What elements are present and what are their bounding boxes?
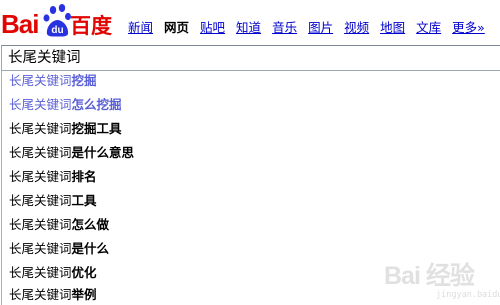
search-box — [1, 45, 500, 71]
suggestion-rest: 挖掘 — [71, 73, 97, 88]
suggestion-rest: 是什么 — [71, 241, 110, 256]
suggestion-item[interactable]: 长尾关键词怎么做 — [9, 215, 109, 235]
suggestion-prefix: 长尾关键词 — [9, 145, 72, 160]
nav-item-map[interactable]: 地图 — [380, 20, 405, 38]
search-input[interactable] — [8, 47, 488, 69]
suggestion-prefix: 长尾关键词 — [9, 241, 72, 256]
paw-icon: du — [43, 4, 71, 37]
logo-text-left: Bai — [1, 9, 38, 39]
suggestion-prefix: 长尾关键词 — [9, 121, 72, 136]
suggestion-prefix: 长尾关键词 — [9, 193, 72, 208]
nav-item-video[interactable]: 视频 — [344, 20, 369, 38]
suggestion-item[interactable]: 长尾关键词举例 — [9, 285, 97, 305]
suggestion-item[interactable]: 长尾关键词怎么挖掘 — [9, 95, 122, 115]
suggestion-prefix: 长尾关键词 — [9, 73, 72, 88]
suggestion-rest: 怎么挖掘 — [71, 97, 122, 112]
nav-item-news[interactable]: 新闻 — [128, 20, 153, 38]
watermark-url: jingyan.baidu.com — [436, 290, 500, 300]
suggestion-prefix: 长尾关键词 — [9, 169, 72, 184]
suggestion-rest: 工具 — [71, 193, 97, 208]
suggestion-prefix: 长尾关键词 — [9, 287, 72, 302]
baidu-logo[interactable]: Bai du 百度 — [1, 3, 116, 39]
suggestion-rest: 排名 — [71, 169, 97, 184]
nav-item-more[interactable]: 更多» — [452, 20, 485, 38]
suggestion-prefix: 长尾关键词 — [9, 265, 72, 280]
baidu-jingyan-watermark: Bai 经验 jingyan.baidu.com — [384, 254, 500, 302]
suggestion-prefix: 长尾关键词 — [9, 97, 72, 112]
watermark-text: Bai 经验 — [384, 262, 475, 290]
nav-item-web[interactable]: 网页 — [164, 20, 189, 38]
nav-bar: 新闻 网页 贴吧 知道 音乐 图片 视频 地图 文库 更多» — [128, 20, 485, 38]
suggestion-item[interactable]: 长尾关键词优化 — [9, 263, 97, 283]
suggestion-rest: 举例 — [71, 287, 97, 302]
nav-item-images[interactable]: 图片 — [308, 20, 333, 38]
baidu-search-page: Bai du 百度 新闻 网页 贴吧 知道 音乐 图片 视频 地图 文库 更多»… — [0, 0, 500, 305]
paw-label: du — [51, 25, 63, 36]
suggestion-rest: 是什么意思 — [71, 145, 135, 160]
suggestion-item[interactable]: 长尾关键词排名 — [9, 167, 97, 187]
nav-item-zhidao[interactable]: 知道 — [236, 20, 261, 38]
baidu-logo-graphic: Bai du 百度 — [1, 4, 112, 39]
logo-text-right: 百度 — [70, 14, 112, 38]
suggestion-item[interactable]: 长尾关键词是什么意思 — [9, 143, 134, 163]
suggestion-rest: 怎么做 — [71, 217, 110, 232]
nav-item-tieba[interactable]: 贴吧 — [200, 20, 225, 38]
suggestion-prefix: 长尾关键词 — [9, 217, 72, 232]
suggestion-item[interactable]: 长尾关键词挖掘工具 — [9, 119, 122, 139]
suggestion-item[interactable]: 长尾关键词挖掘 — [9, 71, 97, 91]
suggestion-rest: 挖掘工具 — [71, 121, 122, 136]
suggestion-rest: 优化 — [71, 265, 97, 280]
nav-item-music[interactable]: 音乐 — [272, 20, 297, 38]
suggestion-item[interactable]: 长尾关键词工具 — [9, 191, 97, 211]
suggestion-item[interactable]: 长尾关键词是什么 — [9, 239, 109, 259]
header: Bai du 百度 新闻 网页 贴吧 知道 音乐 图片 视频 地图 文库 更多» — [0, 0, 500, 42]
nav-item-wenku[interactable]: 文库 — [416, 20, 441, 38]
